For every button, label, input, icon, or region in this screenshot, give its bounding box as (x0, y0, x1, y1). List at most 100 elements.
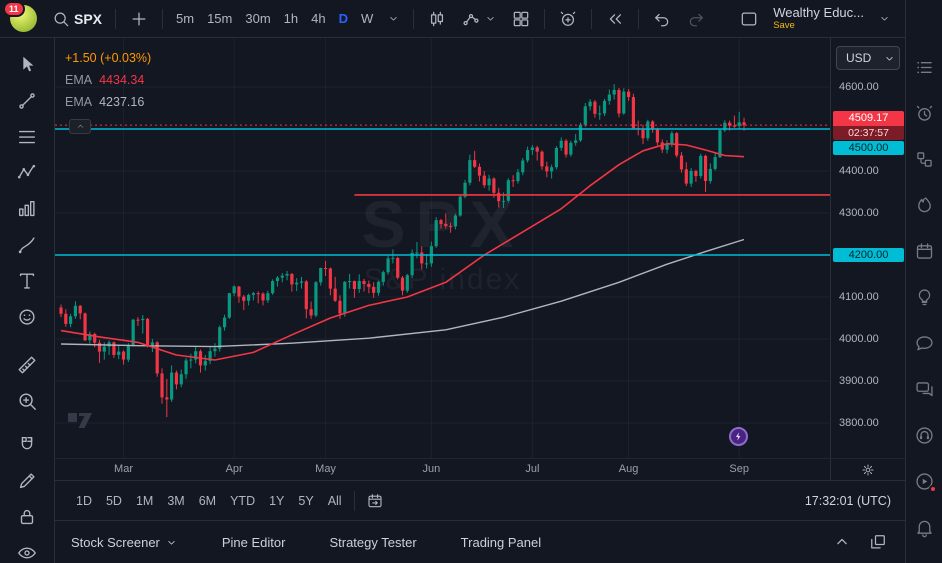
timeframe-w[interactable]: W (355, 8, 379, 29)
support-button[interactable] (909, 412, 939, 458)
emoji-tool[interactable] (8, 299, 46, 335)
range-6m[interactable]: 6M (192, 490, 223, 512)
symbol-search-button[interactable]: SPX (45, 6, 108, 32)
lock-tool[interactable] (8, 499, 46, 535)
ideas-button[interactable] (909, 274, 939, 320)
undo-button[interactable] (646, 6, 678, 32)
go-to-date-button[interactable] (366, 492, 384, 510)
save-layout-icon-button[interactable] (733, 6, 765, 32)
chart-style-button[interactable] (421, 6, 453, 32)
candlestick-chart[interactable] (55, 38, 830, 458)
brush-tool[interactable] (8, 227, 46, 263)
magnet-icon (16, 434, 38, 456)
emoji-icon (16, 306, 38, 328)
text-icon (16, 270, 38, 292)
chart-pl­ot-area[interactable]: SPX S&P index +1.50 (+0.03%) EMA 4434.34 (55, 38, 830, 458)
user-menu-button[interactable]: 11 (3, 1, 43, 34)
candles (59, 84, 746, 418)
hotlists-button[interactable] (909, 182, 939, 228)
legend-collapse-button[interactable] (69, 119, 91, 134)
trend-line-tool[interactable] (8, 83, 46, 119)
tab-label: Stock Screener (71, 534, 160, 550)
calendar-icon (914, 241, 935, 262)
indicators-icon (461, 9, 481, 29)
watchlist-button[interactable] (909, 44, 939, 90)
tab-trading-panel[interactable]: Trading Panel (459, 529, 543, 556)
chevron-down-icon (387, 12, 400, 25)
timeframe-5m[interactable]: 5m (170, 8, 200, 29)
currency-selector[interactable]: USD (836, 46, 900, 70)
lightning-badge[interactable] (729, 427, 748, 446)
indicators-button[interactable] (455, 6, 503, 32)
forecast-tool[interactable] (8, 191, 46, 227)
ema-fast-line[interactable] (60, 142, 745, 361)
streams-button[interactable] (909, 458, 939, 504)
layout-grid-button[interactable] (505, 6, 537, 32)
ema-slow-legend-row[interactable]: EMA 4237.16 (65, 91, 151, 113)
range-ytd[interactable]: YTD (223, 490, 262, 512)
timeframe-4h[interactable]: 4h (305, 8, 331, 29)
symbol-label: SPX (74, 10, 103, 27)
grid-icon (511, 9, 531, 29)
layout-menu-button[interactable] (872, 9, 897, 28)
text-tool[interactable] (8, 263, 46, 299)
xabcd-pattern-tool[interactable] (8, 155, 46, 191)
timeframe-1h[interactable]: 1h (278, 8, 304, 29)
range-1m[interactable]: 1M (129, 490, 160, 512)
bar-replay-button[interactable] (599, 6, 631, 32)
cursor-tool[interactable] (8, 47, 46, 83)
price-label: 4100.00 (839, 291, 879, 303)
right-rail (905, 0, 942, 563)
ideas-icon (914, 287, 935, 308)
alerts-button[interactable] (909, 90, 939, 136)
plus-icon (129, 9, 149, 29)
tab-strategy-tester[interactable]: Strategy Tester (327, 529, 418, 556)
level-badge-4500: 4500.00 (833, 141, 904, 156)
wealthy-education-logo: 11 (3, 1, 37, 32)
timeframe-15m[interactable]: 15m (201, 8, 238, 29)
ruler-tool[interactable] (8, 347, 46, 383)
timeframe-menu-button[interactable] (381, 9, 406, 28)
tradingview-app: 11 SPX 5m 15m 30m 1h 4h D W Wealthy Educ… (0, 0, 942, 563)
tab-label: Strategy Tester (329, 534, 417, 550)
tab-pine-editor[interactable]: Pine Editor (220, 529, 288, 556)
range-1d[interactable]: 1D (69, 490, 99, 512)
timeframe-30m[interactable]: 30m (239, 8, 276, 29)
range-all[interactable]: All (321, 490, 349, 512)
calendar-button[interactable] (909, 228, 939, 274)
price-axis[interactable]: USD 4509.17 02:37:57 4600.00 4400.00 4300.… (830, 38, 905, 458)
layout-name-button[interactable]: Wealthy Educ... Save (767, 3, 870, 35)
range-5y[interactable]: 5Y (291, 490, 320, 512)
ruler-icon (16, 354, 38, 376)
range-3m[interactable]: 3M (160, 490, 191, 512)
chat-button[interactable] (909, 320, 939, 366)
conversations-button[interactable] (909, 366, 939, 412)
notifications-button[interactable] (909, 504, 939, 550)
chart-stack: SPX S&P index +1.50 (+0.03%) EMA 4434.34 (55, 38, 905, 563)
range-5d[interactable]: 5D (99, 490, 129, 512)
time-axis[interactable]: Mar Apr May Jun Jul Aug Sep (55, 459, 830, 480)
ema-fast-legend-row[interactable]: EMA 4434.34 (65, 69, 151, 91)
pencil-icon (16, 470, 38, 492)
pencil-tool[interactable] (8, 463, 46, 499)
price-label: 4600.00 (839, 81, 879, 93)
magnet-tool[interactable] (8, 427, 46, 463)
notification-count-badge: 11 (3, 1, 25, 17)
object-tree-button[interactable] (909, 136, 939, 182)
fib-retracement-tool[interactable] (8, 119, 46, 155)
chart-settings-button[interactable] (858, 460, 878, 480)
compare-add-button[interactable] (123, 6, 155, 32)
create-alert-button[interactable] (552, 6, 584, 32)
timezone-clock[interactable]: 17:32:01 (UTC) (805, 494, 891, 508)
tab-stock-screener[interactable]: Stock Screener (69, 529, 180, 556)
redo-button[interactable] (680, 6, 712, 32)
watchlist-icon (914, 57, 935, 78)
panel-restore-button[interactable] (865, 529, 891, 555)
tradingview-logo[interactable] (67, 410, 94, 436)
range-1y[interactable]: 1Y (262, 490, 291, 512)
zoom-in-tool[interactable] (8, 383, 46, 419)
cursor-icon (16, 54, 38, 76)
timeframe-d[interactable]: D (333, 8, 354, 29)
eye-tool[interactable] (8, 535, 46, 563)
panel-expand-button[interactable] (829, 529, 855, 555)
